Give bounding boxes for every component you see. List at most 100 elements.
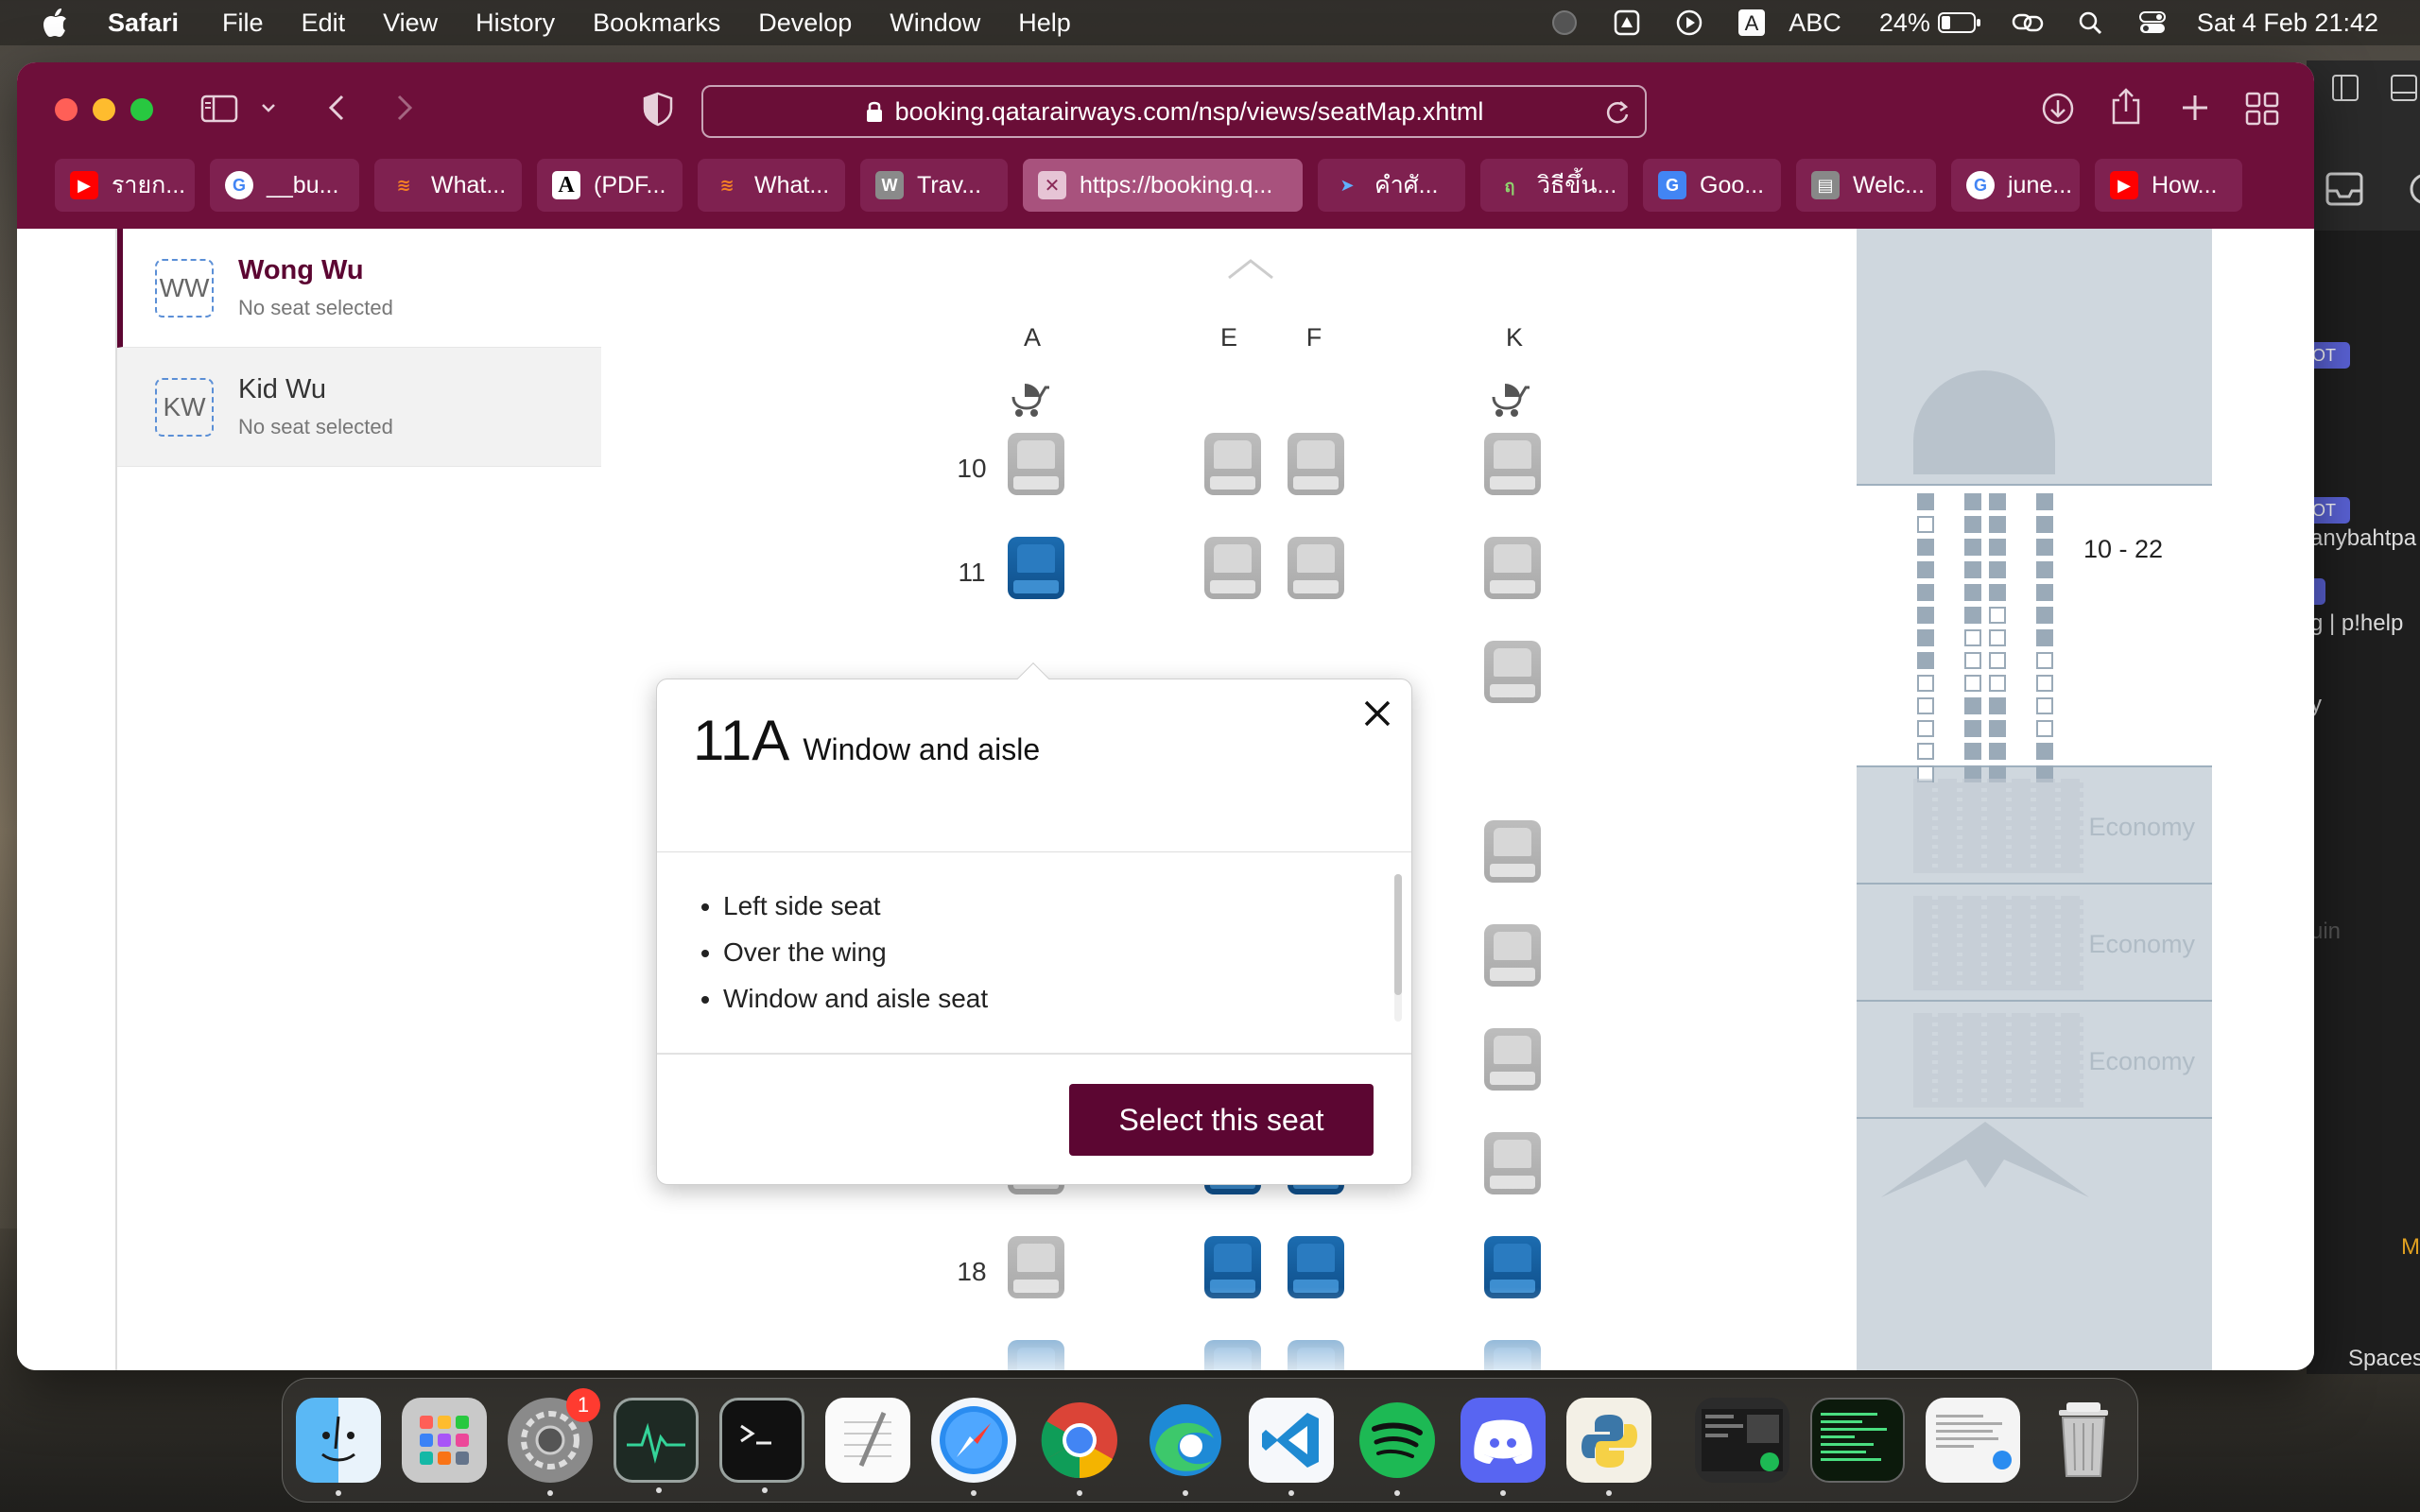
minimap-section-economy-1[interactable]: Economy xyxy=(1857,769,2212,885)
edge-icon[interactable] xyxy=(1143,1398,1228,1496)
seat-14k[interactable] xyxy=(1484,820,1541,883)
menu-window[interactable]: Window xyxy=(890,9,980,38)
tab-welcome[interactable]: ▤ Welc... xyxy=(1796,159,1936,212)
close-window-button[interactable] xyxy=(55,98,78,121)
share-icon[interactable] xyxy=(2108,87,2144,127)
trash-icon[interactable] xyxy=(2041,1398,2126,1483)
minimap-section-economy-2[interactable]: Economy xyxy=(1857,886,2212,1002)
control-center-icon[interactable] xyxy=(2136,9,2169,37)
safari-window: booking.qatarairways.com/nsp/views/seatM… xyxy=(17,62,2314,1370)
seat-10k[interactable] xyxy=(1484,433,1541,495)
activity-monitor-icon[interactable] xyxy=(614,1398,699,1493)
menu-edit[interactable]: Edit xyxy=(302,9,346,38)
minimize-window-button[interactable] xyxy=(93,98,115,121)
divider xyxy=(657,1053,1411,1055)
seat-12k[interactable] xyxy=(1484,641,1541,703)
discord-icon[interactable] xyxy=(1461,1398,1546,1496)
tab-google-1[interactable]: G __bu... xyxy=(210,159,359,212)
feature-item: Left side seat xyxy=(723,891,988,921)
tab-dictionary[interactable]: ➤ คำศั... xyxy=(1318,159,1465,212)
tab-pantip[interactable]: ฤ วิธีขึ้น... xyxy=(1480,159,1628,212)
tab-google-2[interactable]: Gjune... xyxy=(1951,159,2080,212)
background-window[interactable]: OT OT anybahtpa g | p!help y uin M Space… xyxy=(2307,60,2420,1374)
chrome-icon[interactable] xyxy=(1037,1398,1122,1496)
new-tab-icon[interactable] xyxy=(2178,91,2212,125)
battery-icon[interactable] xyxy=(1937,9,1981,37)
launchpad-icon[interactable] xyxy=(402,1398,487,1483)
spotlight-search-icon[interactable] xyxy=(2074,9,2106,37)
minimap-section-economy-3[interactable]: Economy xyxy=(1857,1004,2212,1119)
drive-icon[interactable] xyxy=(1611,9,1643,37)
menu-history[interactable]: History xyxy=(475,9,555,38)
panel-icon[interactable] xyxy=(2390,74,2418,102)
seat-11e[interactable] xyxy=(1204,537,1261,599)
seat-17k[interactable] xyxy=(1484,1132,1541,1194)
sidebar-icon[interactable] xyxy=(2331,74,2360,102)
tab-qatar-booking[interactable]: ✕ https://booking.q... xyxy=(1023,159,1303,212)
downloads-icon[interactable] xyxy=(2040,91,2076,127)
spotify-icon[interactable] xyxy=(1355,1398,1440,1496)
tab-wiki-travel[interactable]: W Trav... xyxy=(860,159,1008,212)
minimized-document-thumbnail[interactable] xyxy=(1926,1398,2020,1483)
seat-11k[interactable] xyxy=(1484,537,1541,599)
tab-label: Welc... xyxy=(1853,171,1925,198)
vscode-icon[interactable] xyxy=(1249,1398,1334,1496)
tab-overview-icon[interactable] xyxy=(2244,91,2280,127)
finder-icon[interactable] xyxy=(296,1398,381,1496)
menu-view[interactable]: View xyxy=(383,9,438,38)
inbox-icon[interactable] xyxy=(2325,172,2363,206)
menu-app-name[interactable]: Safari xyxy=(108,9,179,38)
close-icon[interactable] xyxy=(1358,695,1396,732)
seat-16k[interactable] xyxy=(1484,1028,1541,1091)
seat-10a[interactable] xyxy=(1008,433,1064,495)
seat-15k[interactable] xyxy=(1484,924,1541,987)
minimap-column xyxy=(2036,493,2053,788)
web-page: WW Wong Wu No seat selected KW Kid Wu No… xyxy=(17,229,2314,1370)
apple-icon[interactable] xyxy=(42,8,68,38)
input-source-icon[interactable]: A xyxy=(1736,9,1768,37)
menubar-clock[interactable]: Sat 4 Feb 21:42 xyxy=(2197,9,2378,38)
scroll-up-chevron-icon[interactable] xyxy=(1227,257,1274,282)
terminal-icon[interactable] xyxy=(719,1398,804,1493)
record-icon[interactable] xyxy=(1548,9,1581,37)
tab-stackoverflow-2[interactable]: ≋ What... xyxy=(698,159,845,212)
seat-11f[interactable] xyxy=(1288,537,1344,599)
seat-10e[interactable] xyxy=(1204,433,1261,495)
minimap-selected-section[interactable]: 10 - 22 xyxy=(1857,484,2212,782)
back-button[interactable] xyxy=(321,91,355,125)
aircraft-minimap[interactable]: 10 - 22 Economy Economy Economy xyxy=(1857,229,2212,1370)
scroll-fade xyxy=(117,1287,1866,1370)
reload-icon[interactable] xyxy=(1603,98,1632,133)
forward-button[interactable] xyxy=(386,91,420,125)
seat-11a[interactable] xyxy=(1008,537,1064,599)
system-preferences-icon[interactable]: 1 xyxy=(508,1388,600,1496)
address-bar[interactable]: booking.qatarairways.com/nsp/views/seatM… xyxy=(701,85,1647,138)
tab-youtube-1[interactable]: ▶ รายก... xyxy=(55,159,195,212)
tab-google-translate[interactable]: G Goo... xyxy=(1643,159,1781,212)
circle-icon[interactable] xyxy=(2405,172,2420,206)
zoom-window-button[interactable] xyxy=(130,98,153,121)
select-seat-button[interactable]: Select this seat xyxy=(1069,1084,1374,1156)
tab-stackoverflow-1[interactable]: ≋ What... xyxy=(374,159,522,212)
tab-academia[interactable]: A (PDF... xyxy=(537,159,683,212)
menu-develop[interactable]: Develop xyxy=(758,9,852,38)
seat-10f[interactable] xyxy=(1288,433,1344,495)
minimized-terminal-thumbnail[interactable] xyxy=(1810,1398,1905,1483)
sidebar-toggle-icon[interactable] xyxy=(200,93,238,125)
chevron-down-icon[interactable] xyxy=(259,98,278,117)
textedit-icon[interactable] xyxy=(825,1398,910,1483)
menu-help[interactable]: Help xyxy=(1018,9,1071,38)
tab-label: Trav... xyxy=(917,171,982,198)
popup-scrollbar-thumb[interactable] xyxy=(1394,874,1402,995)
tab-label: วิธีขึ้น... xyxy=(1537,172,1617,198)
tab-youtube-2[interactable]: ▶ How... xyxy=(2095,159,2242,212)
link-icon[interactable] xyxy=(2012,9,2044,37)
menu-file[interactable]: File xyxy=(222,9,264,38)
safari-icon[interactable] xyxy=(931,1398,1016,1496)
menu-bookmarks[interactable]: Bookmarks xyxy=(593,9,720,38)
minimized-window-thumbnail[interactable] xyxy=(1695,1398,1789,1483)
python-launcher-icon[interactable] xyxy=(1566,1398,1651,1496)
play-icon[interactable] xyxy=(1673,9,1705,37)
privacy-shield-icon[interactable] xyxy=(641,91,675,127)
tab-bar: ▶ รายก... G __bu... ≋ What... A (PDF... ≋ Wha… xyxy=(55,159,2242,212)
